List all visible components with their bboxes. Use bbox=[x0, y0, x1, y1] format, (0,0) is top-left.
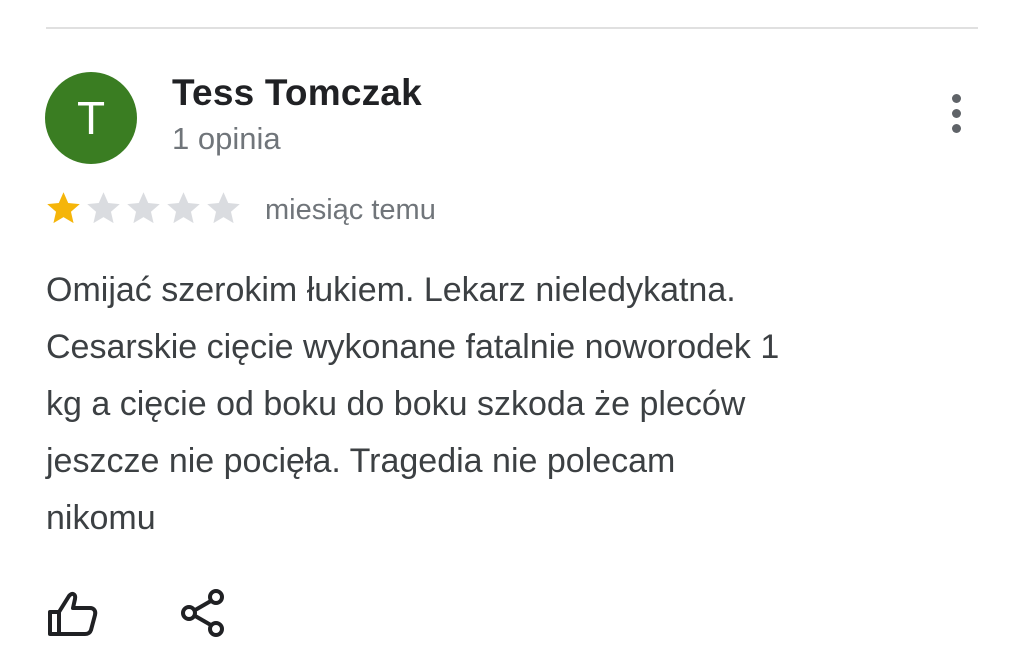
review-text-line: kg a cięcie od boku do boku szkoda że pl… bbox=[46, 385, 746, 423]
share-icon bbox=[181, 589, 224, 637]
star-empty-icon bbox=[207, 192, 240, 224]
more-vert-icon bbox=[951, 93, 961, 103]
review-text: Omijać szerokim łukiem. Lekarz nieledyka… bbox=[46, 262, 926, 547]
divider bbox=[46, 27, 978, 29]
star-filled-icon bbox=[47, 192, 80, 224]
review-text-line: nikomu bbox=[46, 499, 156, 537]
star-empty-icon bbox=[87, 192, 120, 224]
like-button[interactable] bbox=[44, 588, 100, 640]
more-vert-icon-dot bbox=[951, 108, 961, 118]
star-empty-icon bbox=[167, 192, 200, 224]
review-text-line: jeszcze nie pocięła. Tragedia nie poleca… bbox=[46, 442, 676, 480]
review-count: 1 opinia bbox=[172, 121, 281, 156]
more-options-button[interactable] bbox=[936, 88, 976, 138]
avatar[interactable]: T bbox=[45, 72, 137, 164]
review-text-line: Cesarskie cięcie wykonane fatalnie nowor… bbox=[46, 328, 780, 366]
star-empty-icon bbox=[127, 192, 160, 224]
author-name[interactable]: Tess Tomczak bbox=[172, 72, 422, 114]
more-vert-icon-dot bbox=[951, 123, 961, 133]
share-button[interactable] bbox=[178, 586, 228, 640]
review-card: T Tess Tomczak 1 opinia miesiąc temu Omi… bbox=[0, 0, 1024, 666]
review-timestamp: miesiąc temu bbox=[265, 194, 436, 226]
thumb-up-icon bbox=[48, 591, 98, 636]
star-rating bbox=[44, 189, 243, 228]
review-text-line: Omijać szerokim łukiem. Lekarz nieledyka… bbox=[46, 271, 736, 309]
avatar-initial: T bbox=[76, 92, 106, 144]
